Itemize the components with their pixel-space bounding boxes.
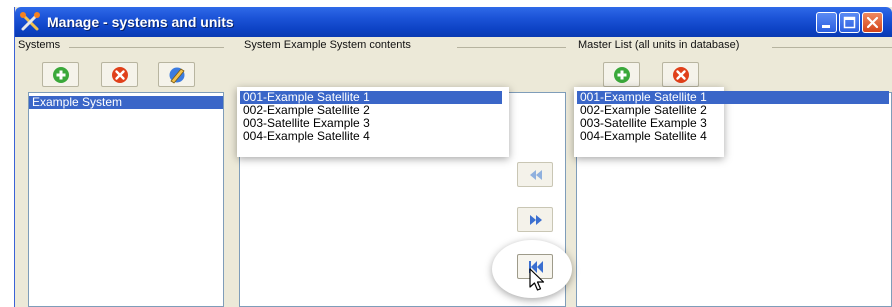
remove-unit-button[interactable] — [662, 62, 699, 87]
mouse-cursor-icon — [529, 268, 545, 291]
list-item[interactable]: 004-Example Satellite 4 — [240, 130, 502, 143]
maximize-button[interactable] — [839, 12, 860, 33]
list-item[interactable]: Example System — [29, 96, 223, 109]
master-list-panel: Master List (all units in database) — [576, 37, 892, 307]
move-to-system-button[interactable] — [517, 162, 553, 187]
close-button[interactable] — [862, 12, 883, 33]
systems-panel: Systems Example System — [15, 37, 224, 307]
close-icon — [866, 16, 879, 29]
move-to-master-button[interactable] — [517, 207, 553, 232]
master-items-callout: 001-Example Satellite 1 002-Example Sate… — [574, 87, 889, 157]
group-border — [772, 47, 892, 48]
edit-pencil-icon — [169, 67, 185, 84]
add-icon — [53, 67, 69, 83]
contents-label: System Example System contents — [244, 39, 411, 51]
manage-window: Manage - systems and units Systems Examp… — [14, 7, 892, 307]
remove-icon — [112, 67, 128, 83]
remove-system-button[interactable] — [101, 62, 138, 87]
systems-list[interactable]: Example System — [28, 92, 224, 307]
double-right-arrow-icon — [530, 215, 542, 225]
window-title: Manage - systems and units — [47, 14, 234, 30]
maximize-icon — [843, 16, 856, 29]
group-border — [69, 47, 224, 48]
minimize-icon — [822, 25, 830, 28]
edit-system-button[interactable] — [158, 62, 195, 87]
list-item[interactable]: 004-Example Satellite 4 — [577, 130, 889, 143]
group-border — [457, 47, 566, 48]
master-list-label: Master List (all units in database) — [578, 39, 740, 51]
add-system-button[interactable] — [42, 62, 79, 87]
double-left-arrow-icon — [530, 170, 542, 180]
remove-icon — [673, 67, 689, 83]
add-icon — [614, 67, 630, 83]
add-unit-button[interactable] — [603, 62, 640, 87]
systems-label: Systems — [18, 39, 61, 51]
tools-icon — [20, 12, 40, 31]
minimize-button[interactable] — [816, 12, 837, 33]
contents-items-callout: 001-Example Satellite 1 002-Example Sate… — [237, 87, 509, 157]
title-bar[interactable]: Manage - systems and units — [15, 7, 892, 37]
